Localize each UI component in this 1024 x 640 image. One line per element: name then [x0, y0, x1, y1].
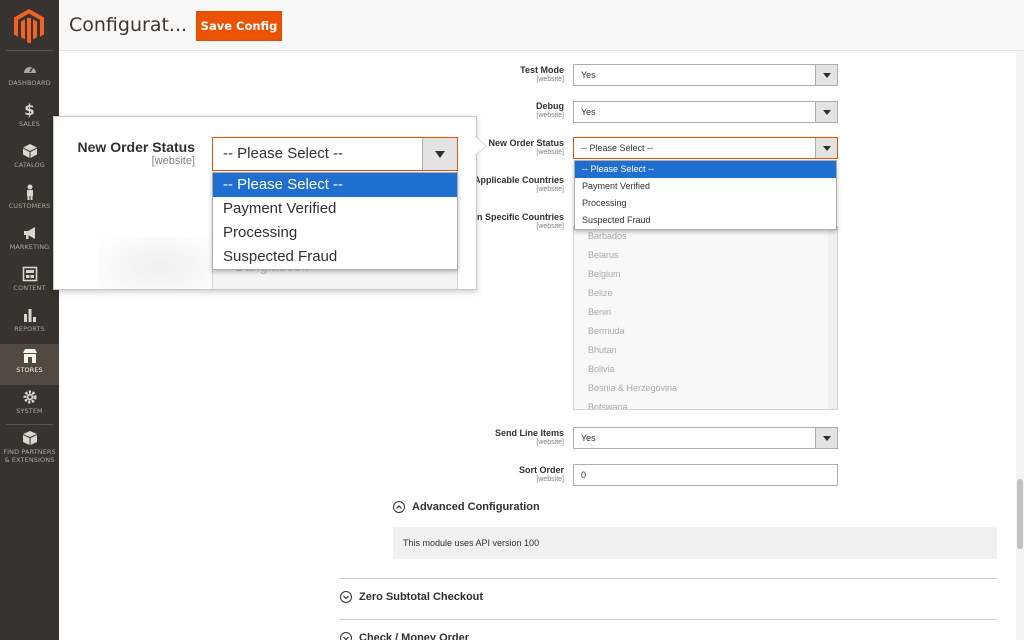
sidebar-item-label: DASHBOARD [8, 79, 51, 87]
chevron-down-icon [340, 591, 352, 603]
test-mode-select[interactable]: Yes [573, 64, 838, 86]
test-mode-label: Test Mode [website] [520, 65, 564, 83]
sidebar-item-customers[interactable]: CUSTOMERS [0, 180, 59, 221]
list-item[interactable]: Benin [574, 303, 837, 322]
applicable-countries-label: Applicable Countries [website] [473, 175, 564, 193]
select-value: -- Please Select -- [223, 145, 344, 162]
dropdown-option[interactable]: Processing [213, 221, 457, 245]
send-line-items-label: Send Line Items [website] [494, 428, 564, 446]
sort-order-label: Sort Order [website] [518, 465, 564, 483]
dropdown-option[interactable]: Payment Verified [575, 178, 836, 195]
zoom-callout: New Order Status [website] Bangladesh --… [53, 116, 477, 290]
chevron-down-icon [815, 428, 837, 448]
list-item[interactable]: Botswana [574, 398, 837, 409]
callout-pointer [474, 136, 486, 156]
dashboard-icon [0, 57, 59, 79]
list-item[interactable]: Belize [574, 284, 837, 303]
section-divider [340, 578, 997, 579]
page-scrollbar[interactable] [1016, 51, 1024, 640]
list-item[interactable]: Belarus [574, 246, 837, 265]
list-item[interactable]: Belgium [574, 265, 837, 284]
check-money-order-section[interactable]: Check / Money Order [340, 632, 469, 640]
chevron-down-icon [815, 65, 837, 85]
sidebar-item-system[interactable]: SYSTEM [0, 385, 59, 426]
chevron-down-icon [422, 138, 457, 170]
sidebar-item-label: REPORTS [14, 325, 45, 333]
callout-new-order-status-select[interactable]: -- Please Select -- [212, 137, 458, 171]
dropdown-option[interactable]: Processing [575, 195, 836, 212]
section-divider [340, 619, 997, 620]
sidebar-item-label: CATALOG [14, 161, 45, 169]
callout-dropdown: -- Please Select -- Payment Verified Pro… [212, 172, 458, 270]
chevron-up-icon [393, 501, 405, 513]
sidebar-item-label: SALES [18, 120, 41, 128]
debug-select[interactable]: Yes [573, 101, 838, 123]
page-header: Configurat... Save Config [59, 0, 1024, 51]
select-value: Yes [581, 433, 596, 443]
sidebar-item-reports[interactable]: REPORTS [0, 303, 59, 344]
new-order-status-label: New Order Status [website] [488, 138, 564, 156]
gear-icon [0, 385, 59, 407]
multiselect-scrollbar[interactable] [828, 227, 837, 409]
dropdown-option[interactable]: -- Please Select -- [575, 161, 836, 178]
dollar-icon: $ [24, 101, 35, 119]
chevron-down-icon [815, 138, 837, 158]
sidebar-item-label: FIND PARTNERS & EXTENSIONS [3, 448, 56, 464]
sidebar-item-label: SYSTEM [16, 407, 43, 415]
list-item[interactable]: Bermuda [574, 322, 837, 341]
save-config-button[interactable]: Save Config [196, 11, 282, 41]
sidebar-item-stores[interactable]: STORES [0, 344, 59, 385]
sidebar-item-label: CUSTOMERS [8, 202, 51, 210]
dropdown-option[interactable]: Suspected Fraud [575, 212, 836, 229]
sort-order-input[interactable]: 0 [573, 464, 838, 486]
chevron-down-icon [340, 632, 352, 640]
sidebar-item-catalog[interactable]: CATALOG [0, 139, 59, 180]
sidebar-item-find-partners[interactable]: FIND PARTNERS & EXTENSIONS [0, 426, 59, 470]
cube-icon [0, 139, 59, 161]
callout-shadow [99, 237, 219, 289]
scrollbar-thumb[interactable] [1017, 479, 1023, 549]
sidebar-divider [6, 424, 53, 425]
send-line-items-select[interactable]: Yes [573, 427, 838, 449]
sidebar-item-label: MARKETING [9, 243, 50, 251]
chevron-down-icon [815, 102, 837, 122]
select-value: Yes [581, 107, 596, 117]
callout-new-order-status-label: New Order Status [website] [77, 139, 195, 167]
zero-subtotal-checkout-section[interactable]: Zero Subtotal Checkout [340, 591, 483, 603]
sidebar-item-sales[interactable]: $ SALES [0, 98, 59, 139]
debug-label: Debug [website] [536, 101, 564, 119]
dropdown-option[interactable]: Suspected Fraud [213, 245, 457, 269]
bar-chart-icon [0, 303, 59, 325]
sidebar-item-content[interactable]: CONTENT [0, 262, 59, 303]
advanced-configuration-title: Advanced Configuration [412, 501, 540, 513]
sidebar-item-label: STORES [16, 366, 43, 374]
layout-icon [0, 262, 59, 284]
new-order-status-select[interactable]: -- Please Select -- [573, 137, 838, 159]
sidebar-item-label: CONTENT [13, 284, 46, 292]
section-title: Check / Money Order [359, 632, 470, 640]
specific-countries-multiselect[interactable]: Barbados Belarus Belgium Belize Benin Be… [573, 226, 838, 410]
sidebar-item-dashboard[interactable]: DASHBOARD [0, 57, 59, 98]
select-value: Yes [581, 70, 596, 80]
admin-sidebar: DASHBOARD $ SALES CATALOG CUSTOMERS MARK… [0, 0, 59, 640]
list-item[interactable]: Bolivia [574, 360, 837, 379]
specific-countries-label: n Specific Countries [website] [476, 212, 564, 230]
api-version-note: This module uses API version 100 [393, 527, 997, 559]
store-icon [0, 344, 59, 366]
dropdown-option[interactable]: -- Please Select -- [213, 173, 457, 197]
dropdown-option[interactable]: Payment Verified [213, 197, 457, 221]
page-title: Configurat... [69, 14, 188, 36]
sidebar-item-marketing[interactable]: MARKETING [0, 221, 59, 262]
magento-logo-icon[interactable] [14, 9, 44, 43]
list-item[interactable]: Bhutan [574, 341, 837, 360]
select-value: -- Please Select -- [581, 143, 654, 153]
list-item[interactable]: Bosnia & Herzegovina [574, 379, 837, 398]
advanced-configuration-toggle[interactable]: Advanced Configuration [393, 499, 540, 515]
person-icon [0, 180, 59, 202]
megaphone-icon [0, 221, 59, 243]
sidebar-divider [6, 50, 53, 51]
section-title: Zero Subtotal Checkout [359, 591, 484, 603]
new-order-status-dropdown: -- Please Select -- Payment Verified Pro… [574, 160, 837, 230]
box-icon [0, 426, 59, 448]
